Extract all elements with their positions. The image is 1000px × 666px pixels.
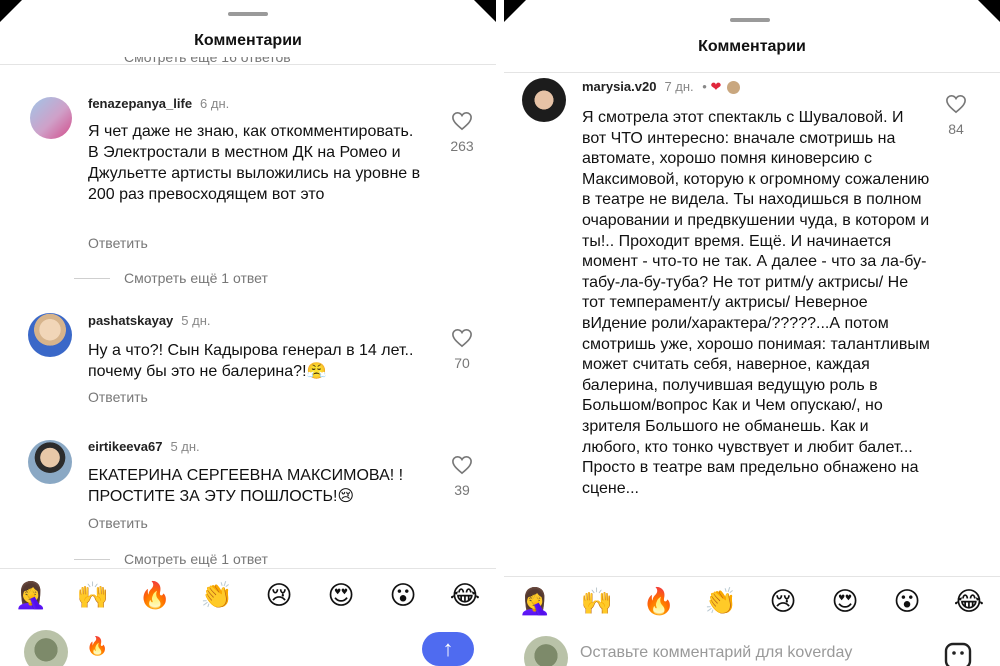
heart-icon[interactable]	[451, 328, 473, 348]
laughing-emoji[interactable]: 😂	[446, 580, 484, 611]
send-button[interactable]: ↑	[422, 632, 474, 666]
comment-text: Ну а что?! Сын Кадырова генерал в 14 лет…	[88, 342, 414, 380]
avatar[interactable]	[28, 313, 72, 357]
comment-time: 5 дн.	[181, 313, 211, 328]
heart-icon[interactable]	[451, 111, 473, 131]
sheet-drag-handle[interactable]	[228, 12, 268, 16]
comment-time: 6 дн.	[200, 96, 230, 111]
emoji-bar-divider	[504, 576, 1000, 577]
quick-emoji-bar: 🤦‍♀️ 🙌 🔥 👏 😢 😍 😮 😂	[504, 586, 1000, 617]
reply-button[interactable]: Ответить	[88, 235, 148, 251]
comment-username[interactable]: eirtikeeva67 5 дн.	[88, 439, 200, 454]
comment-text: Я смотрела этот спектакль с Шуваловой. И…	[582, 109, 930, 497]
screen-corner	[978, 0, 1000, 22]
comment-time: 5 дн.	[170, 439, 200, 454]
emoji-bar-divider	[0, 568, 496, 569]
like-count: 84	[948, 121, 964, 137]
comment-username[interactable]: fenazepanya_life 6 дн.	[88, 96, 229, 111]
like-count: 39	[454, 482, 470, 498]
my-avatar	[524, 636, 568, 666]
separator-dot: •	[702, 79, 707, 94]
comment-input[interactable]: 🔥	[86, 636, 108, 657]
crying-emoji[interactable]: 😢	[260, 580, 298, 611]
avatar[interactable]	[30, 97, 72, 139]
screen-corner	[0, 0, 22, 22]
avatar[interactable]	[522, 78, 566, 122]
reply-button[interactable]: Ответить	[88, 389, 148, 405]
left-comments-sheet: Комментарии Смотреть ещё 16 ответов fena…	[0, 0, 496, 666]
heart-icon[interactable]	[451, 455, 473, 475]
right-comments-sheet: Комментарии marysia.v20 7 дн. • ❤ Я смотр…	[504, 0, 1000, 666]
emoji-sticker-icon[interactable]	[944, 642, 972, 666]
comment-text: ЕКАТЕРИНА СЕРГЕЕВНА МАКСИМОВА! ! ПРОСТИТ…	[88, 467, 404, 505]
comment-text: Я чет даже не знаю, как откомментировать…	[88, 123, 421, 203]
panel-separator	[496, 0, 504, 666]
clap-emoji[interactable]: 👏	[702, 586, 740, 617]
raised-hands-emoji[interactable]: 🙌	[578, 586, 616, 617]
divider	[74, 278, 110, 279]
view-more-replies-link[interactable]: Смотреть ещё 16 ответов	[124, 57, 291, 65]
clap-emoji[interactable]: 👏	[198, 580, 236, 611]
author-avatar-badge	[727, 81, 741, 95]
screen-corner	[504, 0, 526, 22]
screen-corner	[474, 0, 496, 22]
heart-eyes-emoji[interactable]: 😍	[322, 580, 360, 611]
comment-composer: 🔥 ↑	[0, 626, 496, 666]
comment-composer: Оставьте комментарий для koverday	[504, 632, 1000, 666]
sheet-drag-handle[interactable]	[730, 18, 770, 22]
crying-emoji[interactable]: 😢	[764, 586, 802, 617]
fire-emoji[interactable]: 🔥	[640, 586, 678, 617]
sheet-title: Комментарии	[194, 32, 302, 49]
divider	[74, 559, 110, 560]
comment-time: 7 дн.	[664, 79, 694, 94]
author-liked-heart-icon: ❤	[710, 79, 722, 94]
like-count: 263	[450, 138, 474, 154]
like-count: 70	[454, 355, 470, 371]
surprised-emoji[interactable]: 😮	[384, 580, 422, 611]
laughing-emoji[interactable]: 😂	[950, 586, 988, 617]
heart-eyes-emoji[interactable]: 😍	[826, 586, 864, 617]
heart-icon[interactable]	[945, 94, 967, 114]
view-more-replies-link[interactable]: Смотреть ещё 1 ответ	[124, 551, 268, 567]
comment-username[interactable]: pashatskayay 5 дн.	[88, 313, 211, 328]
comment-username[interactable]: marysia.v20 7 дн. • ❤	[582, 79, 741, 95]
reply-button[interactable]: Ответить	[88, 515, 148, 531]
sheet-title: Комментарии	[698, 38, 806, 55]
comment-input[interactable]: Оставьте комментарий для koverday	[580, 644, 852, 662]
my-avatar	[24, 630, 68, 666]
surprised-emoji[interactable]: 😮	[888, 586, 926, 617]
raised-hands-emoji[interactable]: 🙌	[74, 580, 112, 611]
quick-emoji-bar: 🤦‍♀️ 🙌 🔥 👏 😢 😍 😮 😂	[0, 580, 496, 611]
fire-emoji[interactable]: 🔥	[136, 580, 174, 611]
avatar[interactable]	[28, 440, 72, 484]
facepalm-emoji[interactable]: 🤦‍♀️	[12, 580, 50, 611]
facepalm-emoji[interactable]: 🤦‍♀️	[516, 586, 554, 617]
view-more-replies-link[interactable]: Смотреть ещё 1 ответ	[124, 270, 268, 286]
header-divider	[504, 72, 1000, 73]
